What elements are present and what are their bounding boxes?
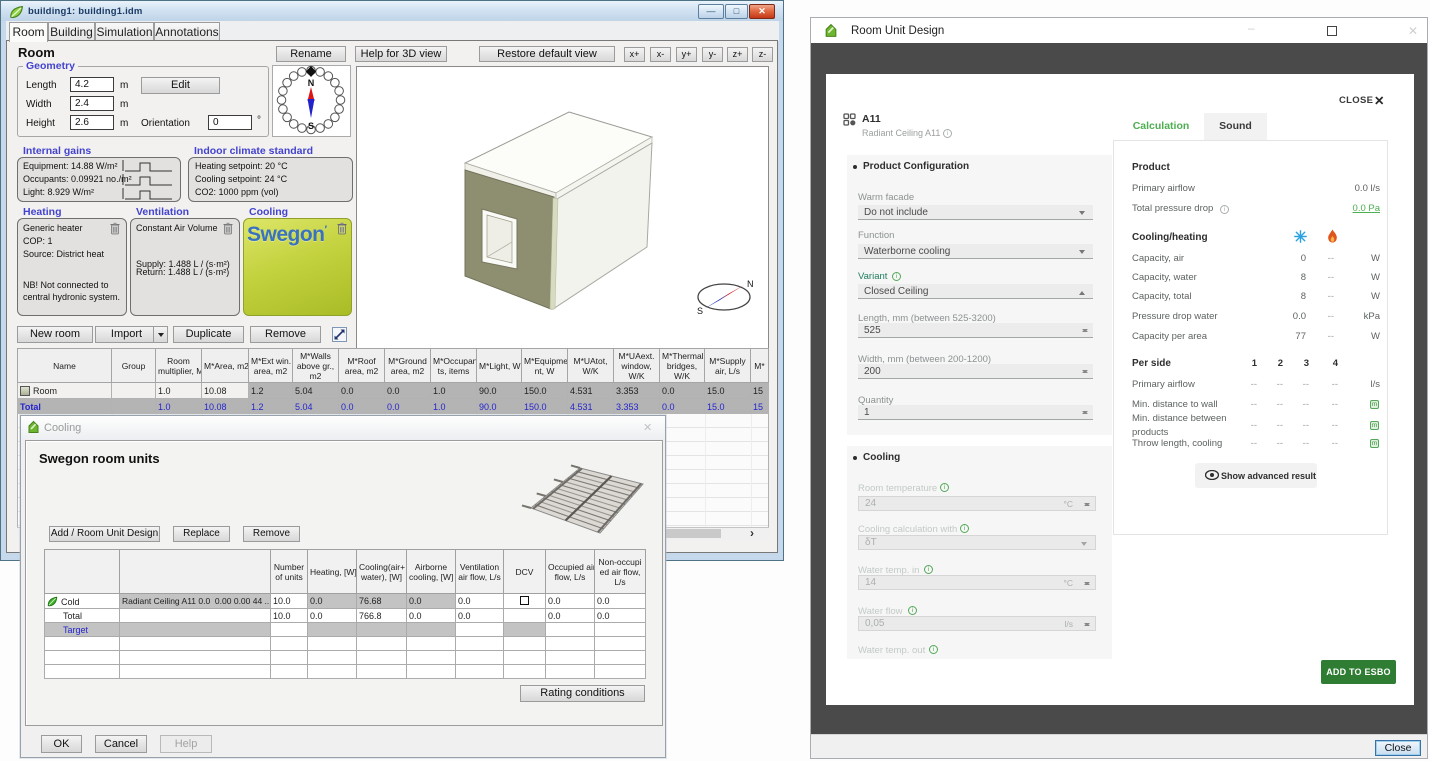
svg-text:S: S: [697, 306, 703, 316]
svg-text:N: N: [747, 279, 754, 289]
svg-text:S: S: [308, 121, 314, 131]
svg-text:N: N: [308, 78, 315, 88]
